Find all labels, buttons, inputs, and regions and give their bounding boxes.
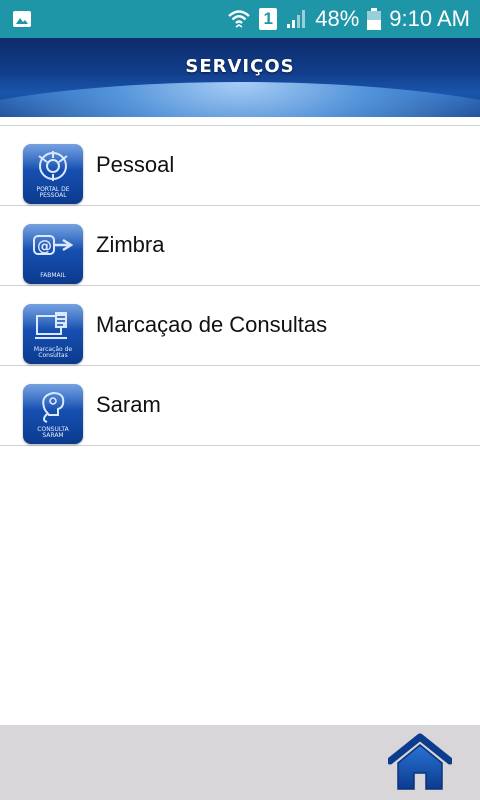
image-icon: [13, 11, 31, 27]
consulta-saram-icon: CONSULTA SARAM: [23, 384, 83, 444]
header-banner: SERVIÇOS: [0, 38, 480, 117]
status-bar: 1 48% 9:10 AM: [0, 0, 480, 38]
list-item-zimbra[interactable]: @ FABMAIL Zimbra: [0, 206, 480, 286]
svg-text:@: @: [37, 237, 52, 255]
tile-caption: Marcação de Consultas: [33, 346, 73, 359]
list-item-label: Marcaçao de Consultas: [96, 312, 328, 337]
list-item-saram[interactable]: CONSULTA SARAM Saram: [0, 366, 480, 446]
sim-icon: 1: [259, 8, 278, 30]
bottom-bar: [0, 725, 480, 800]
page-title: SERVIÇOS: [185, 56, 295, 77]
banner-horizon: [0, 82, 480, 117]
list-item-marcacao-de-consultas[interactable]: Marcação de Consultas Marcaçao de Consul…: [0, 286, 480, 366]
battery-percent: 48%: [315, 6, 360, 31]
list-item-label: Saram: [96, 392, 161, 417]
battery-icon: [367, 8, 382, 30]
services-list: PORTAL DE PESSOAL Pessoal @ FABMAIL Zimb…: [0, 125, 480, 446]
list-item-label: Pessoal: [96, 152, 175, 177]
home-icon[interactable]: [388, 733, 452, 793]
fabmail-icon: @ FABMAIL: [23, 224, 83, 284]
tile-caption: PORTAL DE PESSOAL: [36, 186, 70, 199]
list-item-label: Zimbra: [96, 232, 165, 257]
marcacao-de-consultas-icon: Marcação de Consultas: [23, 304, 83, 364]
tile-caption: FABMAIL: [40, 272, 66, 279]
portal-de-pessoal-icon: PORTAL DE PESSOAL: [23, 144, 83, 204]
wifi-icon: [228, 10, 251, 28]
list-item-pessoal[interactable]: PORTAL DE PESSOAL Pessoal: [0, 126, 480, 206]
tile-caption: CONSULTA SARAM: [37, 426, 69, 439]
signal-icon: [287, 10, 306, 28]
clock: 9:10 AM: [389, 6, 470, 31]
